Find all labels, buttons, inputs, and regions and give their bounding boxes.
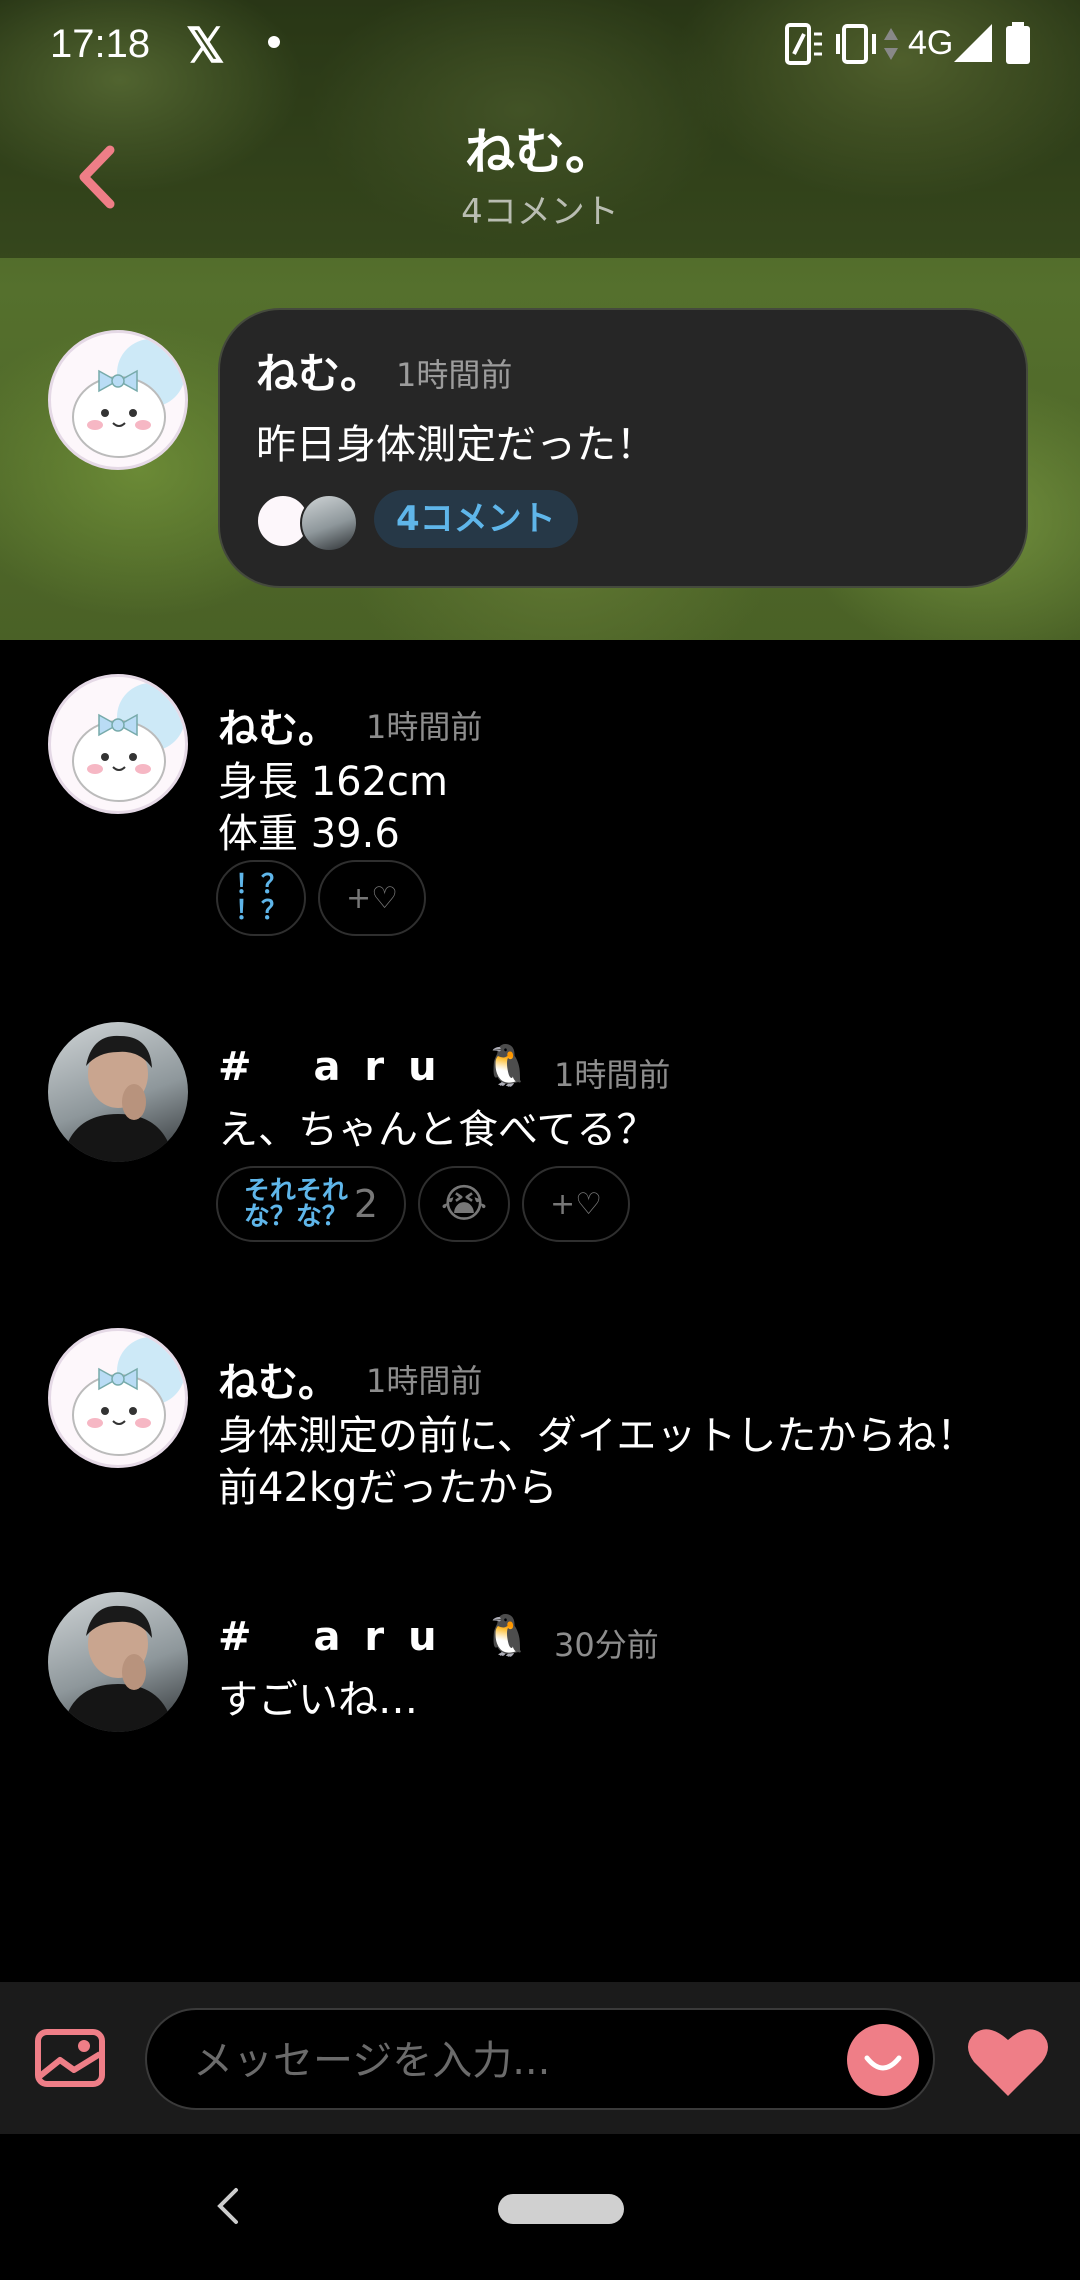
message-input[interactable] (191, 2028, 755, 2094)
comment-text: すごいね… (218, 1677, 418, 1723)
notification-dot-icon (268, 36, 280, 48)
add-reaction-button[interactable]: +♡ (318, 860, 426, 936)
status-bar: 17:18 𝕏 4G (0, 0, 1080, 90)
ghost-character-avatar (72, 1337, 185, 1456)
reaction-chip[interactable]: ！？ ！？ (216, 860, 306, 936)
comment-avatar[interactable] (48, 1328, 188, 1468)
reaction-emoji: それそれ な？な？ (243, 1176, 348, 1232)
comment-author: ねむ。 (218, 1360, 338, 1406)
heart-like-icon[interactable] (966, 2024, 1050, 2098)
smile-glyph (864, 2055, 902, 2071)
person-photo-avatar (62, 1035, 174, 1162)
comment-text: え、ちゃんと食べてる？ (218, 1107, 657, 1153)
penguin-emoji: 🐧 (482, 1613, 532, 1659)
comment-avatar[interactable] (48, 1592, 188, 1732)
reaction-chip[interactable]: それそれ な？な？ 2 (216, 1166, 406, 1242)
comment-time: 30分前 (554, 1626, 659, 1664)
message-composer (0, 1982, 1080, 2134)
reaction-count: 2 (353, 1182, 379, 1226)
emoji-smile-icon[interactable] (847, 2024, 919, 2096)
signal-icon (954, 24, 992, 62)
comment-avatar[interactable] (48, 674, 188, 814)
reaction-emoji: ！？ ！？ (234, 870, 287, 926)
status-time: 17:18 (50, 22, 151, 66)
system-home-pill[interactable] (498, 2194, 624, 2224)
comment-avatar[interactable] (48, 1022, 188, 1162)
thread-header: ねむ。 4コメント (0, 90, 1080, 258)
ghost-character-avatar (72, 339, 185, 458)
thread-comment-count: 4コメント (461, 192, 619, 232)
commenter-avatar-person (300, 494, 358, 552)
post-comment-badge[interactable]: 4コメント (374, 490, 578, 548)
reaction-chip-crying[interactable]: 😭 (418, 1166, 510, 1242)
post-text: 昨日身体測定だった！ (256, 422, 656, 468)
comment-text: 身長 162cm 体重 39.6 (218, 759, 449, 857)
post-author-name: ねむ。 (256, 349, 383, 398)
add-reaction-button[interactable]: +♡ (522, 1166, 630, 1242)
post-bubble[interactable]: ねむ。 1時間前 昨日身体測定だった！ 4コメント (218, 308, 1028, 588)
comment-text: 身体測定の前に、ダイエットしたからね！ 前42kgだったから (218, 1413, 977, 1511)
image-attach-icon[interactable] (34, 2026, 106, 2090)
battery-icon (1006, 22, 1030, 64)
comment-time: 1時間前 (366, 1362, 483, 1400)
vibrate-icon (836, 24, 876, 64)
message-input-box[interactable] (145, 2008, 935, 2110)
post-author-avatar[interactable] (48, 330, 188, 470)
comment-time: 1時間前 (366, 708, 483, 746)
x-app-icon: 𝕏 (186, 20, 225, 73)
post-time: 1時間前 (396, 356, 513, 394)
nfc-icon (785, 23, 822, 65)
comment-author: ねむ。 (218, 706, 338, 752)
data-arrows-icon (884, 28, 898, 60)
person-photo-avatar (62, 1605, 174, 1732)
system-navigation-bar (0, 2134, 1080, 2280)
system-back-icon[interactable] (212, 2184, 242, 2228)
ghost-character-avatar (72, 683, 185, 802)
network-type: 4G (908, 24, 954, 62)
comment-time: 1時間前 (554, 1056, 671, 1094)
penguin-emoji: 🐧 (482, 1043, 532, 1089)
thread-title: ねむ。 (465, 123, 615, 181)
